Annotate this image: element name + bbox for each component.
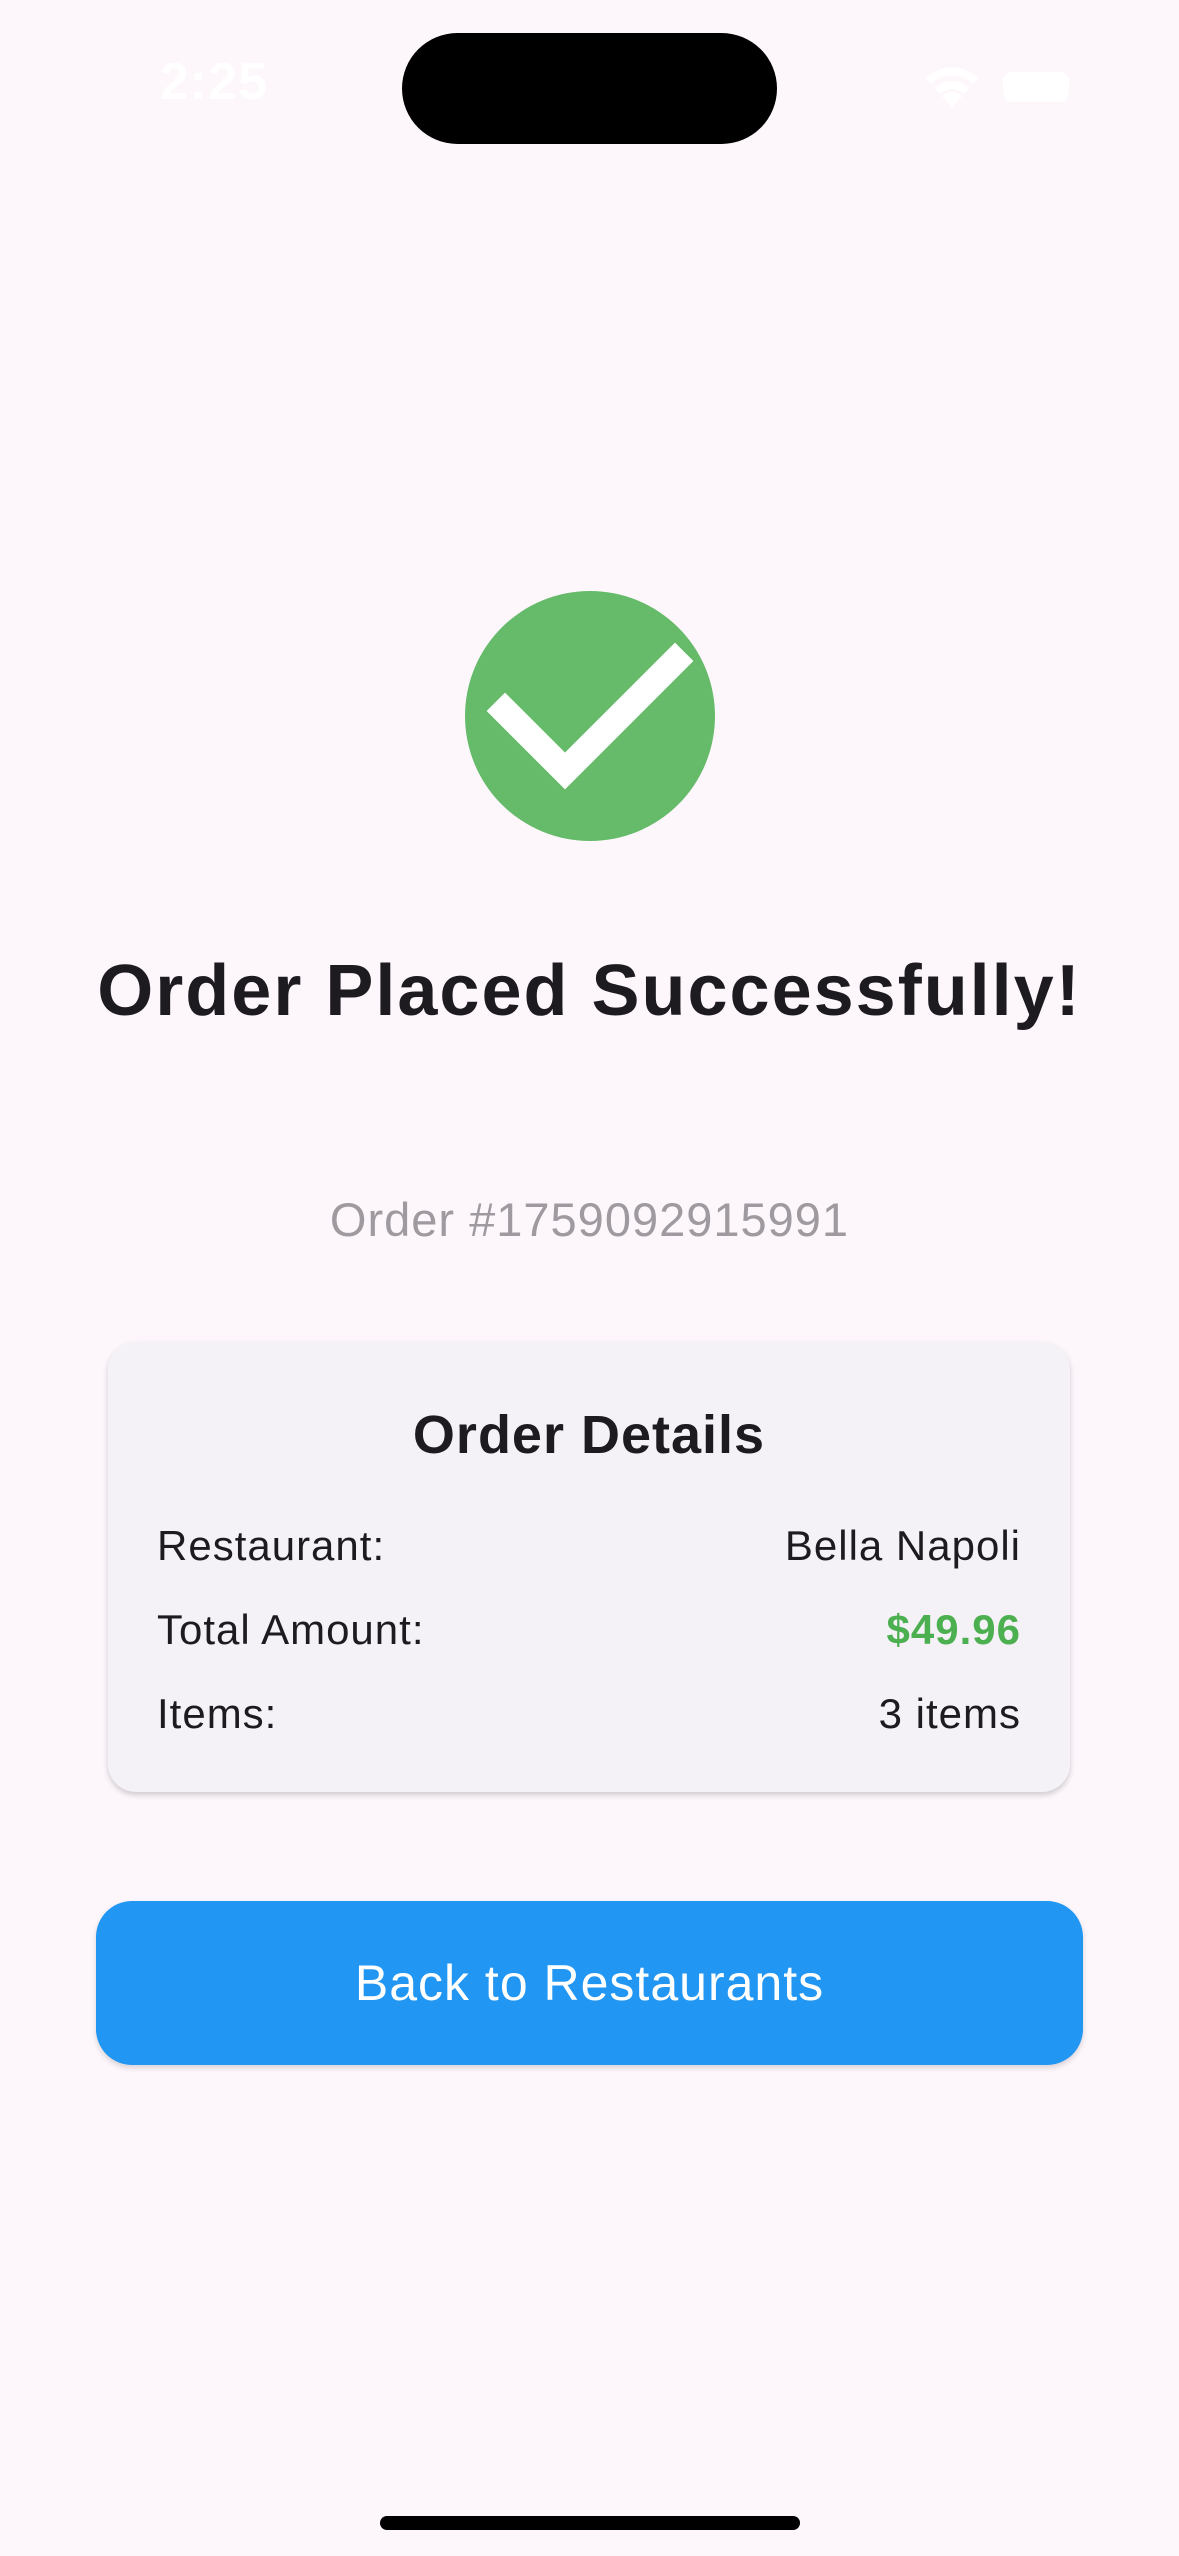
items-label: Items: [157,1690,278,1737]
home-indicator[interactable] [380,2516,800,2530]
order-details-heading: Order Details [412,1405,766,1465]
status-time: 2:25 [160,53,269,111]
wifi-icon [926,67,978,108]
title-text: Order Placed Successfully! [97,951,1082,1031]
detail-row-restaurant: Restaurant: Bella Napoli [157,1522,1021,1582]
order-details-card: Order Details Restaurant: Bella Napoli T… [108,1342,1070,1792]
restaurant-label: Restaurant: [157,1522,386,1569]
total-amount-value: $49.96 [886,1606,1021,1653]
items-value: 3 items [878,1690,1021,1737]
detail-row-items: Items: 3 items [157,1690,1021,1750]
detail-row-total: Total Amount: $49.96 [157,1606,1021,1666]
check-circle-icon [465,591,715,841]
dynamic-island [402,33,777,144]
restaurant-value: Bella Napoli [784,1522,1021,1569]
page-title: Order Placed Successfully! [0,940,1179,1042]
status-bar: 2:25 [0,0,1179,160]
order-number: Order #1759092915991 [329,1193,850,1246]
battery-icon [1003,72,1069,102]
back-to-restaurants-button[interactable]: Back to Restaurants [96,1901,1083,2065]
total-amount-label: Total Amount: [157,1606,425,1653]
